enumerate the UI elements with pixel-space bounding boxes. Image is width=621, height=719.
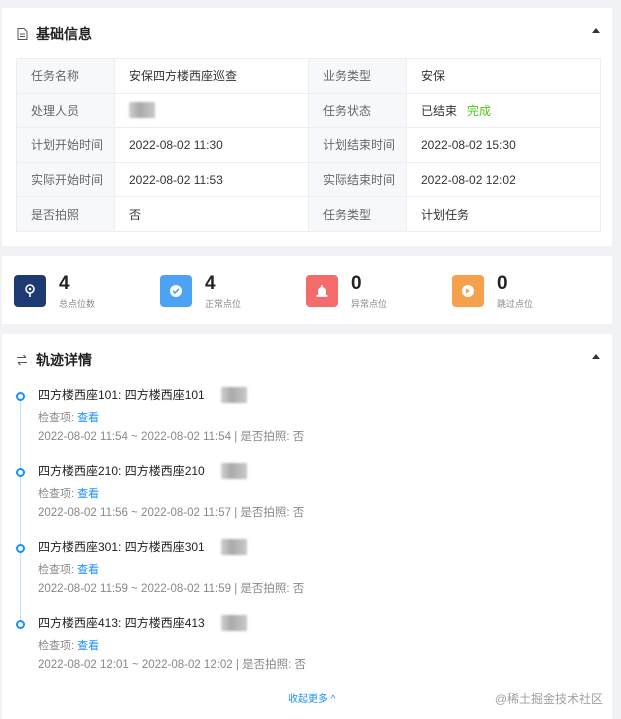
timeline-item-title-row: 四方楼西座210: 四方楼西座210	[38, 462, 247, 479]
check-circle-icon	[160, 275, 192, 307]
track-header: 轨迹详情	[16, 350, 92, 370]
timeline-dot-icon	[16, 468, 25, 477]
blurred-avatar	[220, 538, 247, 555]
stat-label: 总点位数	[59, 299, 96, 309]
stat-total-points: 4 总点位数	[14, 273, 95, 310]
stat-label: 异常点位	[351, 299, 388, 309]
stat-skipped-points: 0 跳过点位	[452, 273, 533, 310]
field-label: 计划结束时间	[308, 127, 407, 163]
check-item: 检查项: 查看	[38, 561, 99, 577]
field-label: 任务状态	[308, 92, 407, 129]
track-collapse-icon[interactable]	[592, 354, 600, 359]
stat-label: 正常点位	[205, 299, 242, 309]
timeline-item-title: 四方楼西座210: 四方楼西座210	[38, 464, 205, 478]
handler-value	[114, 92, 309, 129]
stat-value: 0	[351, 273, 362, 294]
stat-value: 4	[59, 273, 70, 294]
field-value: 安保四方楼西座巡查	[114, 58, 309, 94]
check-label: 检查项:	[38, 640, 75, 652]
timeline-item: 四方楼西座101: 四方楼西座101 检查项: 查看 2022-08-02 11…	[16, 386, 576, 458]
stats-card: 4 总点位数 4 正常点位 0 异常点位 0 跳过点位	[2, 256, 612, 324]
field-value: 2022-08-02 11:53	[114, 161, 309, 198]
stat-normal-points: 4 正常点位	[160, 273, 241, 310]
watermark: @稀土掘金技术社区	[494, 692, 603, 706]
field-label: 实际开始时间	[16, 161, 115, 198]
basic-info-collapse-icon[interactable]	[592, 28, 600, 33]
basic-info-title: 基础信息	[36, 26, 92, 42]
field-label: 任务名称	[16, 58, 115, 94]
timeline-item-title: 四方楼西座413: 四方楼西座413	[38, 616, 205, 630]
timeline-item-time: 2022-08-02 11:56 ~ 2022-08-02 11:57 | 是否…	[38, 507, 305, 519]
location-pin-icon	[14, 275, 46, 307]
check-label: 检查项:	[38, 412, 75, 424]
view-check-link[interactable]: 查看	[77, 640, 99, 652]
field-value: 安保	[406, 58, 601, 94]
timeline-item-time: 2022-08-02 11:59 ~ 2022-08-02 11:59 | 是否…	[38, 583, 305, 595]
field-label: 计划开始时间	[16, 127, 115, 163]
document-icon	[16, 28, 28, 40]
check-label: 检查项:	[38, 564, 75, 576]
check-item: 检查项: 查看	[38, 637, 99, 653]
field-label: 业务类型	[308, 58, 407, 94]
stat-abnormal-points: 0 异常点位	[306, 273, 387, 310]
timeline-dot-icon	[16, 620, 25, 629]
view-check-link[interactable]: 查看	[77, 564, 99, 576]
track-card: 轨迹详情 四方楼西座101: 四方楼西座101 检查项: 查看 2022-08-…	[2, 334, 612, 719]
timeline-item-time: 2022-08-02 11:54 ~ 2022-08-02 11:54 | 是否…	[38, 431, 305, 443]
blurred-avatar	[220, 614, 247, 631]
stat-label: 跳过点位	[497, 299, 534, 309]
timeline-item-title-row: 四方楼西座101: 四方楼西座101	[38, 386, 247, 403]
blurred-avatar	[220, 462, 247, 479]
timeline-item-title: 四方楼西座101: 四方楼西座101	[38, 388, 205, 402]
basic-info-header: 基础信息	[16, 24, 92, 44]
check-item: 检查项: 查看	[38, 409, 99, 425]
task-status-cell: 已结束 完成	[406, 92, 601, 129]
table-row: 处理人员 任务状态 已结束 完成	[16, 92, 601, 129]
basic-info-table: 任务名称 安保四方楼西座巡查 业务类型 安保 处理人员 任务状态 已结束 完成 计…	[16, 58, 601, 232]
stat-value: 4	[205, 273, 216, 294]
timeline-item-title: 四方楼西座301: 四方楼西座301	[38, 540, 205, 554]
timeline-item-title-row: 四方楼西座413: 四方楼西座413	[38, 614, 247, 631]
task-status-value: 已结束	[421, 103, 458, 118]
collapse-more-link[interactable]: 收起更多 ^	[288, 690, 335, 705]
timeline-dot-icon	[16, 544, 25, 553]
field-value: 否	[114, 196, 309, 232]
field-label: 实际结束时间	[308, 161, 407, 198]
blurred-avatar	[129, 102, 155, 119]
timeline-item: 四方楼西座210: 四方楼西座210 检查项: 查看 2022-08-02 11…	[16, 462, 576, 534]
timeline-item-time: 2022-08-02 12:01 ~ 2022-08-02 12:02 | 是否…	[38, 659, 306, 671]
field-label: 是否拍照	[16, 196, 115, 232]
field-label: 任务类型	[308, 196, 407, 232]
check-label: 检查项:	[38, 488, 75, 500]
table-row: 实际开始时间 2022-08-02 11:53 实际结束时间 2022-08-0…	[16, 161, 601, 198]
view-check-link[interactable]: 查看	[77, 412, 99, 424]
field-value: 计划任务	[406, 196, 601, 232]
list-arrows-icon	[16, 354, 28, 366]
skip-icon	[452, 275, 484, 307]
field-value: 2022-08-02 12:02	[406, 161, 601, 198]
blurred-avatar	[220, 386, 247, 403]
timeline-dot-icon	[16, 392, 25, 401]
stat-value: 0	[497, 273, 508, 294]
basic-info-card: 基础信息 任务名称 安保四方楼西座巡查 业务类型 安保 处理人员 任务状态 已结…	[2, 8, 612, 246]
check-item: 检查项: 查看	[38, 485, 99, 501]
view-check-link[interactable]: 查看	[77, 488, 99, 500]
field-label: 处理人员	[16, 92, 115, 129]
table-row: 任务名称 安保四方楼西座巡查 业务类型 安保	[16, 58, 601, 94]
status-badge: 完成	[467, 103, 492, 118]
alarm-icon	[306, 275, 338, 307]
table-row: 计划开始时间 2022-08-02 11:30 计划结束时间 2022-08-0…	[16, 127, 601, 163]
timeline-item-title-row: 四方楼西座301: 四方楼西座301	[38, 538, 247, 555]
timeline-item: 四方楼西座301: 四方楼西座301 检查项: 查看 2022-08-02 11…	[16, 538, 576, 610]
track-title: 轨迹详情	[36, 352, 92, 368]
field-value: 2022-08-02 15:30	[406, 127, 601, 163]
timeline-item: 四方楼西座413: 四方楼西座413 检查项: 查看 2022-08-02 12…	[16, 614, 576, 686]
table-row: 是否拍照 否 任务类型 计划任务	[16, 196, 601, 232]
field-value: 2022-08-02 11:30	[114, 127, 309, 163]
